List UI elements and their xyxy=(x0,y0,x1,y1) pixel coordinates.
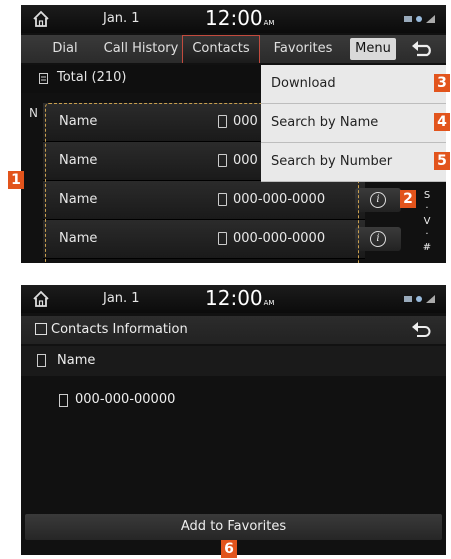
info-icon: i xyxy=(370,231,386,247)
status-time: 12:00AM xyxy=(205,286,274,310)
menu-item-download[interactable]: Download xyxy=(261,65,446,104)
list-icon xyxy=(39,73,48,84)
phone-icon xyxy=(59,394,68,407)
index-letter[interactable]: · xyxy=(419,228,435,241)
callout-4: 4 xyxy=(434,113,450,131)
tab-favorites[interactable]: Favorites xyxy=(265,35,341,63)
phone-number: 000-000-00000 xyxy=(75,392,176,407)
contact-details: 000-000-00000 xyxy=(21,376,446,522)
status-date: Jan. 1 xyxy=(103,11,140,26)
callout-3: 3 xyxy=(434,74,450,92)
status-icons xyxy=(404,295,435,303)
page-title: Contacts Information xyxy=(51,322,188,337)
time-ampm: AM xyxy=(263,299,275,307)
time-ampm: AM xyxy=(263,19,275,27)
status-bar: Jan. 1 12:00AM xyxy=(21,285,446,313)
callout-6: 6 xyxy=(221,540,237,558)
index-letter[interactable]: · xyxy=(419,202,435,215)
callout-1: 1 xyxy=(8,171,24,189)
status-time: 12:00AM xyxy=(205,6,274,30)
info-button[interactable]: i xyxy=(355,227,401,251)
contact-information-screen: Jan. 1 12:00AM Contacts Information Name… xyxy=(21,285,446,555)
alphabet-section-letter: N xyxy=(29,106,38,120)
tab-contacts[interactable]: Contacts xyxy=(182,35,260,63)
contact-info-header: Contacts Information xyxy=(21,316,446,344)
menu-dropdown: Download Search by Name Search by Number xyxy=(261,65,446,182)
callout-5: 5 xyxy=(434,152,450,170)
back-icon[interactable] xyxy=(409,39,435,59)
back-icon[interactable] xyxy=(410,321,432,339)
tab-bar: Dial Call History Contacts Favorites Men… xyxy=(21,35,446,63)
info-icon: i xyxy=(370,192,386,208)
status-icons xyxy=(404,15,435,23)
contact-name-row: Name xyxy=(21,346,446,376)
contact-name: Name xyxy=(57,353,96,368)
total-count: Total (210) xyxy=(57,70,127,85)
home-icon[interactable] xyxy=(31,289,51,309)
time-value: 12:00 xyxy=(205,6,263,30)
contacts-screen: Jan. 1 12:00AM Dial Call History Contact… xyxy=(21,5,446,263)
menu-button[interactable]: Menu xyxy=(350,38,396,60)
contact-card-icon xyxy=(35,323,47,335)
index-letter[interactable]: V xyxy=(419,215,435,228)
status-date: Jan. 1 xyxy=(103,291,140,306)
info-button[interactable]: i xyxy=(355,188,401,212)
tab-dial[interactable]: Dial xyxy=(39,35,91,63)
index-letter[interactable]: S xyxy=(419,189,435,202)
time-value: 12:00 xyxy=(205,286,263,310)
menu-item-search-by-name[interactable]: Search by Name xyxy=(261,104,446,143)
home-icon[interactable] xyxy=(31,9,51,29)
callout-2: 2 xyxy=(400,190,416,208)
status-bar: Jan. 1 12:00AM xyxy=(21,5,446,33)
phone-icon xyxy=(37,354,46,367)
menu-item-search-by-number[interactable]: Search by Number xyxy=(261,143,446,182)
index-letter[interactable]: # xyxy=(419,241,435,254)
tab-call-history[interactable]: Call History xyxy=(97,35,185,63)
add-to-favorites-button[interactable]: Add to Favorites xyxy=(25,514,442,540)
